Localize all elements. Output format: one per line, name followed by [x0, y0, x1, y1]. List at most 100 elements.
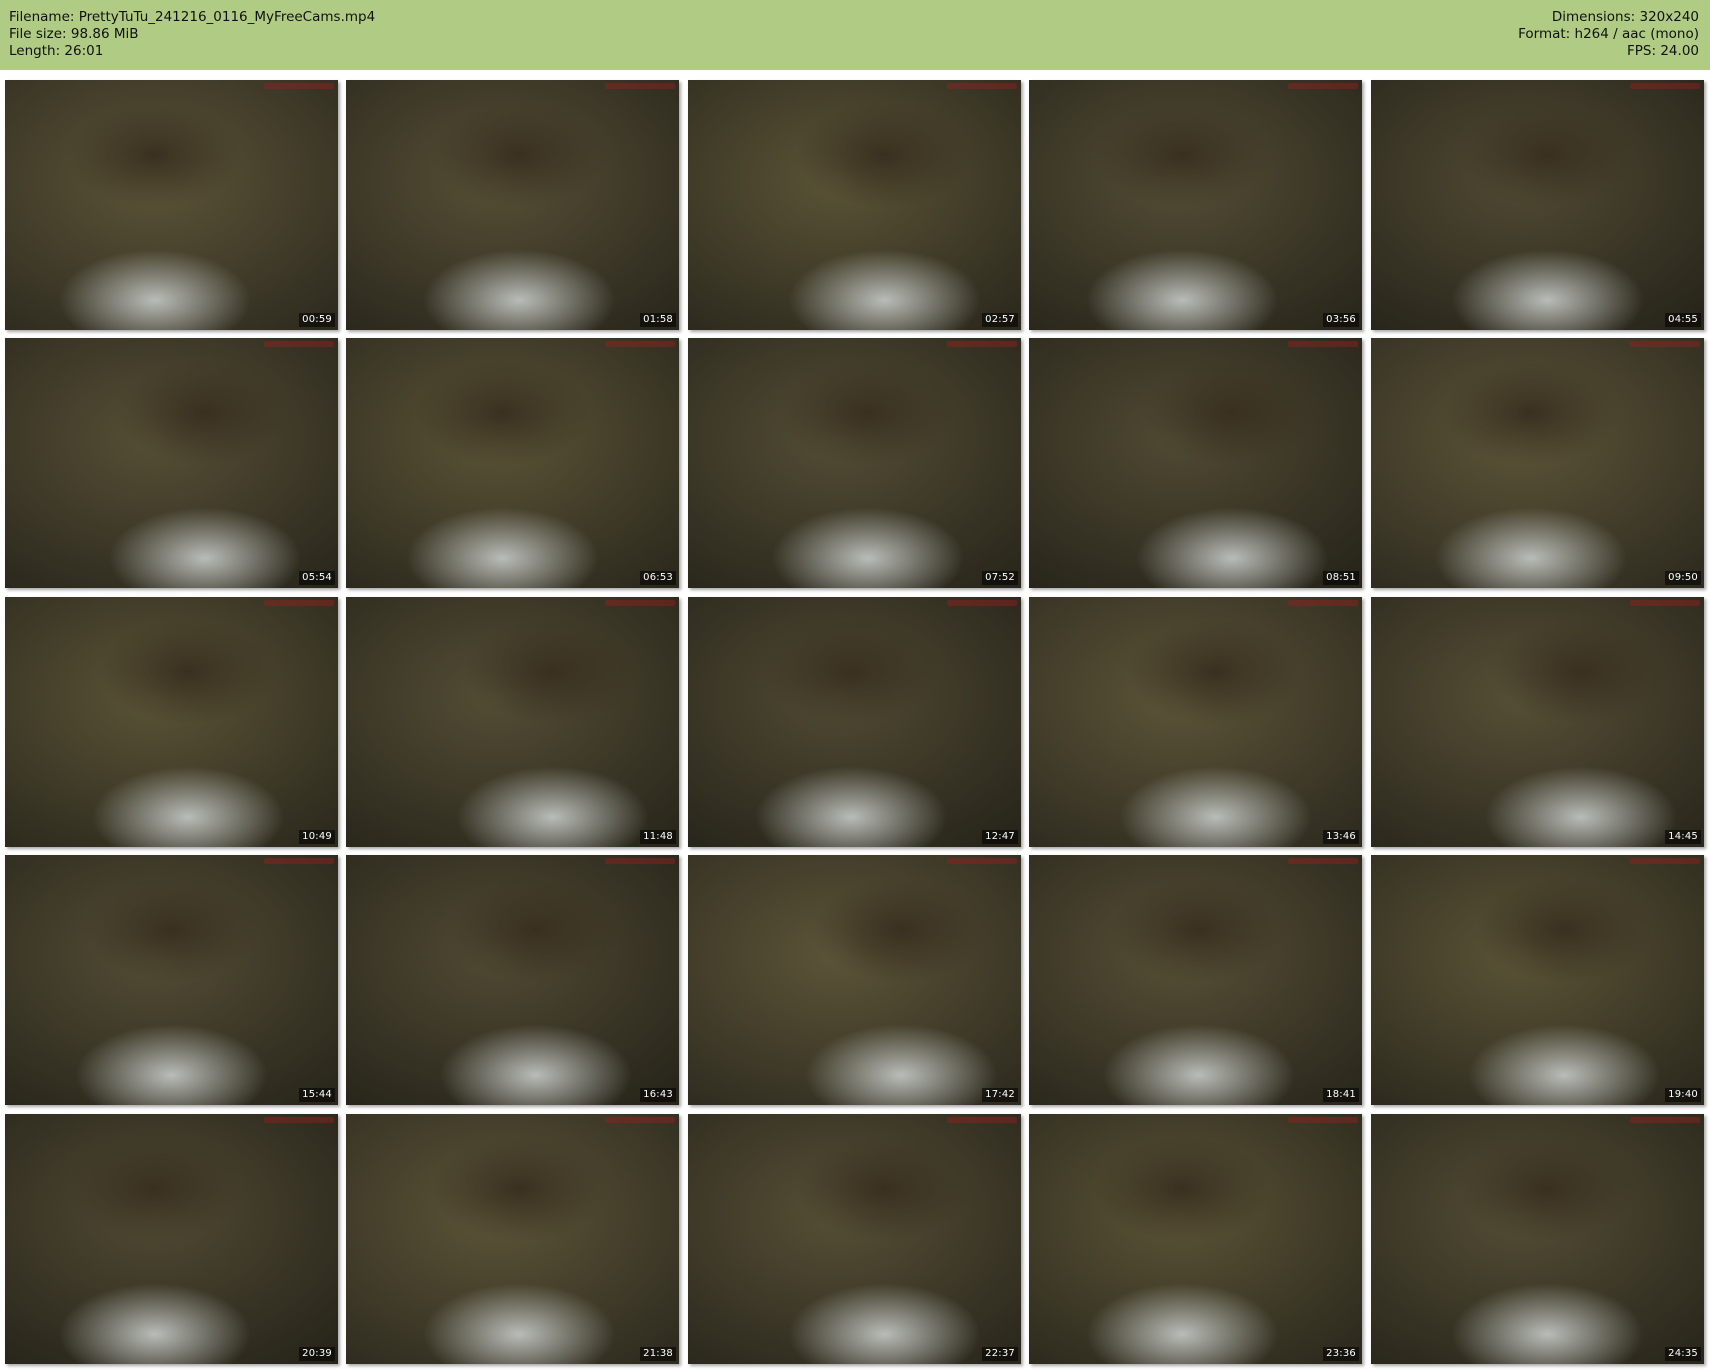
video-thumbnail[interactable]: 10:49 [5, 597, 338, 847]
thumbnail-frame-image [688, 855, 1021, 1105]
thumbnail-frame-image [1371, 855, 1704, 1105]
thumbnail-frame-image [346, 855, 679, 1105]
video-thumbnail[interactable]: 08:51 [1029, 338, 1362, 588]
thumbnail-frame-image [5, 1114, 338, 1364]
info-left: Filename: PrettyTuTu_241216_0116_MyFreeC… [9, 9, 375, 60]
video-thumbnail[interactable]: 07:52 [688, 338, 1021, 588]
dimensions-text: Dimensions: 320x240 [1551, 9, 1699, 25]
watermark-mark [1288, 341, 1358, 347]
fps-text: FPS: 24.00 [1627, 43, 1699, 59]
video-thumbnail[interactable]: 24:35 [1371, 1114, 1704, 1364]
thumbnail-frame-image [688, 597, 1021, 847]
thumbnail-frame-image [5, 338, 338, 588]
timestamp-label: 24:35 [1665, 1347, 1701, 1361]
timestamp-label: 01:58 [640, 313, 676, 327]
timestamp-label: 03:56 [1323, 313, 1359, 327]
timestamp-label: 00:59 [299, 313, 335, 327]
filename-text: Filename: PrettyTuTu_241216_0116_MyFreeC… [9, 9, 376, 25]
timestamp-label: 10:49 [299, 830, 335, 844]
video-thumbnail[interactable]: 22:37 [688, 1114, 1021, 1364]
video-thumbnail[interactable]: 12:47 [688, 597, 1021, 847]
watermark-mark [264, 1117, 334, 1123]
thumbnail-frame-image [1371, 338, 1704, 588]
timestamp-label: 19:40 [1665, 1088, 1701, 1102]
file-size-text: File size: 98.86 MiB [9, 26, 139, 42]
video-thumbnail[interactable]: 20:39 [5, 1114, 338, 1364]
timestamp-label: 11:48 [640, 830, 676, 844]
timestamp-label: 14:45 [1665, 830, 1701, 844]
timestamp-label: 20:39 [299, 1347, 335, 1361]
video-thumbnail[interactable]: 00:59 [5, 80, 338, 330]
watermark-mark [605, 1117, 675, 1123]
watermark-mark [605, 858, 675, 864]
watermark-mark [1630, 83, 1700, 89]
video-thumbnail[interactable]: 15:44 [5, 855, 338, 1105]
watermark-mark [947, 341, 1017, 347]
thumbnail-frame-image [1029, 855, 1362, 1105]
watermark-mark [1288, 1117, 1358, 1123]
timestamp-label: 21:38 [640, 1347, 676, 1361]
watermark-mark [947, 83, 1017, 89]
timestamp-label: 15:44 [299, 1088, 335, 1102]
thumbnail-frame-image [1371, 1114, 1704, 1364]
video-thumbnail[interactable]: 03:56 [1029, 80, 1362, 330]
timestamp-label: 02:57 [982, 313, 1018, 327]
watermark-mark [1630, 858, 1700, 864]
length-text: Length: 26:01 [9, 43, 104, 59]
video-thumbnail[interactable]: 14:45 [1371, 597, 1704, 847]
info-right: Dimensions: 320x240 Format: h264 / aac (… [1518, 9, 1699, 60]
video-thumbnail[interactable]: 06:53 [346, 338, 679, 588]
video-thumbnail[interactable]: 02:57 [688, 80, 1021, 330]
timestamp-label: 06:53 [640, 571, 676, 585]
watermark-mark [1288, 600, 1358, 606]
video-thumbnail[interactable]: 09:50 [1371, 338, 1704, 588]
thumbnail-frame-image [5, 597, 338, 847]
timestamp-label: 22:37 [982, 1347, 1018, 1361]
timestamp-label: 18:41 [1323, 1088, 1359, 1102]
timestamp-label: 16:43 [640, 1088, 676, 1102]
timestamp-label: 13:46 [1323, 830, 1359, 844]
video-thumbnail[interactable]: 17:42 [688, 855, 1021, 1105]
watermark-mark [1630, 600, 1700, 606]
thumbnail-frame-image [346, 338, 679, 588]
watermark-mark [947, 1117, 1017, 1123]
thumbnail-frame-image [688, 80, 1021, 330]
video-thumbnail[interactable]: 13:46 [1029, 597, 1362, 847]
watermark-mark [947, 600, 1017, 606]
video-thumbnail[interactable]: 21:38 [346, 1114, 679, 1364]
watermark-mark [605, 83, 675, 89]
thumbnail-frame-image [1371, 597, 1704, 847]
video-thumbnail[interactable]: 11:48 [346, 597, 679, 847]
watermark-mark [1288, 858, 1358, 864]
timestamp-label: 12:47 [982, 830, 1018, 844]
thumbnail-frame-image [1029, 1114, 1362, 1364]
timestamp-label: 07:52 [982, 571, 1018, 585]
video-thumbnail[interactable]: 23:36 [1029, 1114, 1362, 1364]
thumbnail-frame-image [346, 1114, 679, 1364]
video-thumbnail[interactable]: 05:54 [5, 338, 338, 588]
watermark-mark [264, 600, 334, 606]
timestamp-label: 08:51 [1323, 571, 1359, 585]
watermark-mark [947, 858, 1017, 864]
thumbnail-frame-image [1029, 338, 1362, 588]
video-thumbnail[interactable]: 19:40 [1371, 855, 1704, 1105]
thumbnail-grid: 00:59 01:58 02:57 03:56 04:55 05:54 06:53 07:52… [5, 80, 1707, 1365]
video-thumbnail[interactable]: 16:43 [346, 855, 679, 1105]
timestamp-label: 23:36 [1323, 1347, 1359, 1361]
info-header: Filename: PrettyTuTu_241216_0116_MyFreeC… [0, 0, 1710, 70]
watermark-mark [264, 83, 334, 89]
timestamp-label: 09:50 [1665, 571, 1701, 585]
watermark-mark [264, 341, 334, 347]
timestamp-label: 17:42 [982, 1088, 1018, 1102]
thumbnail-frame-image [1029, 597, 1362, 847]
video-thumbnail[interactable]: 04:55 [1371, 80, 1704, 330]
video-thumbnail[interactable]: 01:58 [346, 80, 679, 330]
thumbnail-frame-image [5, 80, 338, 330]
thumbnail-frame-image [346, 597, 679, 847]
watermark-mark [605, 341, 675, 347]
video-thumbnail[interactable]: 18:41 [1029, 855, 1362, 1105]
watermark-mark [1288, 83, 1358, 89]
thumbnail-frame-image [688, 1114, 1021, 1364]
thumbnail-frame-image [346, 80, 679, 330]
thumbnail-frame-image [1371, 80, 1704, 330]
